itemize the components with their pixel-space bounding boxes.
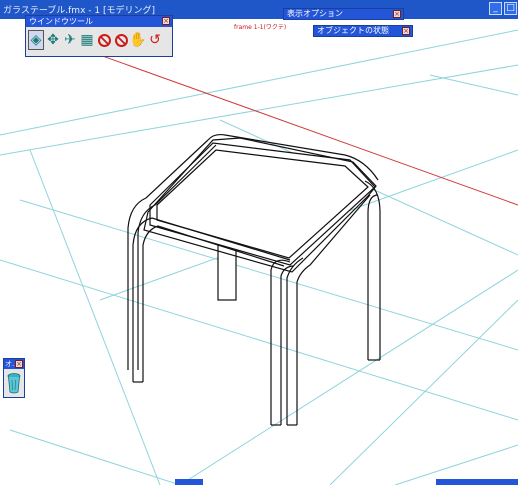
- grid-view-button[interactable]: ▦: [79, 30, 95, 50]
- window-tool-title-bar[interactable]: ウインドウツール ×: [26, 16, 172, 27]
- window-tool-title: ウインドウツール: [29, 17, 93, 26]
- window-tool-close-button[interactable]: ×: [162, 17, 170, 25]
- status-bar-segment: [175, 479, 203, 485]
- display-options-title: 表示オプション: [287, 9, 343, 18]
- scene-canvas[interactable]: [0, 19, 518, 485]
- window-tool-palette[interactable]: ウインドウツール × ◈ ✥ ✈ ▦ ✋ ↺: [25, 15, 173, 57]
- no-select-button[interactable]: [96, 30, 112, 50]
- small-palette[interactable]: オ... ×: [3, 358, 25, 398]
- minimize-button[interactable]: _: [489, 2, 502, 15]
- window-tool-buttons: ◈ ✥ ✈ ▦ ✋ ↺: [26, 27, 172, 50]
- no-select-icon: [97, 33, 111, 47]
- object-state-title-bar[interactable]: オブジェクトの状態 ×: [314, 26, 412, 36]
- walk-view-icon: ✈: [64, 32, 76, 48]
- maximize-button[interactable]: □: [504, 2, 517, 15]
- display-options-close-button[interactable]: ×: [393, 10, 401, 18]
- pan-view-icon: ✥: [47, 32, 59, 48]
- display-options-palette[interactable]: 表示オプション ×: [283, 8, 404, 20]
- rotate-view-icon: ◈: [30, 32, 42, 48]
- modeling-viewport[interactable]: frame 1-1(ワクテ): [0, 19, 518, 485]
- trash-icon[interactable]: [7, 372, 21, 394]
- small-palette-close-button[interactable]: ×: [15, 360, 23, 368]
- no-move-icon: [114, 33, 128, 47]
- grid-view-icon: ▦: [80, 32, 94, 48]
- frame-label: frame 1-1(ワクテ): [234, 24, 287, 31]
- hand-icon: ✋: [129, 32, 147, 48]
- status-bar-segment: [436, 479, 518, 485]
- undo-rotate-icon: ↺: [149, 32, 161, 48]
- pan-view-button[interactable]: ✥: [45, 30, 61, 50]
- rotate-view-button[interactable]: ◈: [28, 30, 44, 50]
- hand-button[interactable]: ✋: [129, 30, 147, 50]
- no-move-button[interactable]: [113, 30, 129, 50]
- small-palette-title-bar[interactable]: オ... ×: [4, 359, 24, 369]
- undo-rotate-button[interactable]: ↺: [147, 30, 163, 50]
- display-options-title-bar[interactable]: 表示オプション ×: [284, 9, 403, 19]
- object-state-palette[interactable]: オブジェクトの状態 ×: [313, 25, 413, 37]
- object-state-title: オブジェクトの状態: [317, 26, 389, 35]
- object-state-close-button[interactable]: ×: [402, 27, 410, 35]
- walk-view-button[interactable]: ✈: [62, 30, 78, 50]
